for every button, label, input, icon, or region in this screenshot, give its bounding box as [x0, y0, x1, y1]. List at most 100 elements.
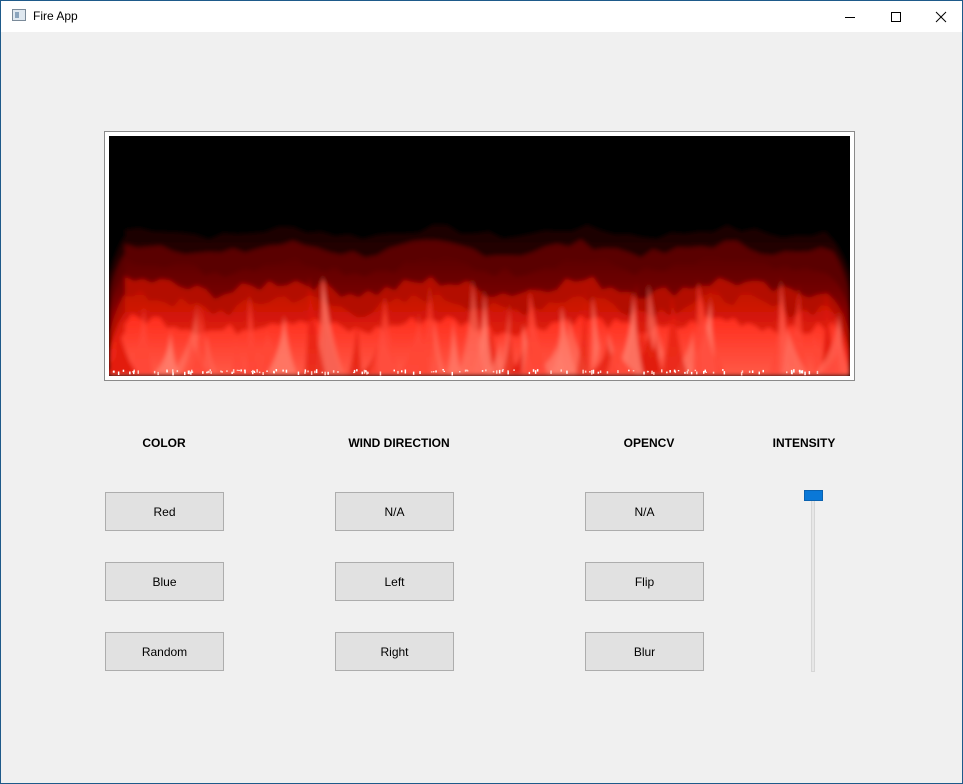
window-title: Fire App — [33, 9, 78, 23]
minimize-icon — [845, 16, 855, 18]
flame-spark — [256, 369, 258, 373]
flame-spark — [466, 370, 469, 372]
flame-spark — [507, 370, 509, 375]
flame-spark — [310, 371, 313, 375]
flame-spark — [703, 370, 705, 374]
flame-spark — [690, 371, 693, 375]
flame-spark — [221, 371, 223, 373]
flame-spark — [365, 370, 367, 373]
flame-spark — [133, 371, 135, 374]
flame-spark — [485, 369, 487, 372]
intensity-slider-handle[interactable] — [804, 490, 823, 501]
flame-spark — [762, 369, 764, 373]
flame-spark — [669, 370, 671, 373]
flame-spark — [481, 370, 484, 372]
flame-spark — [361, 371, 363, 375]
flame-spark — [137, 370, 139, 374]
title-bar[interactable]: Fire App — [1, 0, 962, 32]
flame-spark — [157, 371, 159, 376]
flame-spark — [443, 370, 445, 372]
intensity-slider-track[interactable] — [811, 496, 815, 672]
flame-spark — [190, 371, 192, 375]
flame-spark — [617, 370, 619, 374]
flame-spark — [356, 369, 358, 372]
flame-spark — [282, 369, 284, 372]
flame-spark — [584, 370, 587, 373]
flame-spark — [166, 369, 168, 371]
flame-spark — [231, 371, 233, 374]
flame-spark — [337, 371, 339, 373]
flame-spark — [684, 371, 686, 374]
minimize-button[interactable] — [827, 1, 873, 32]
flame-spark — [661, 369, 663, 373]
flame-spark — [262, 372, 264, 375]
flame-spark — [191, 371, 194, 373]
flame-spark — [324, 371, 326, 376]
flame-spark — [315, 369, 318, 374]
close-icon — [935, 11, 947, 22]
flame-spark — [297, 371, 300, 375]
flame-spark — [332, 370, 335, 373]
flame-spark — [694, 369, 697, 372]
flame-spark — [240, 369, 242, 372]
flame-spark — [353, 371, 355, 374]
flame-spark — [502, 369, 504, 371]
flame-spark — [401, 370, 403, 373]
flame-spark — [226, 370, 228, 372]
flame-spark — [591, 370, 593, 375]
intensity-header: INTENSITY — [772, 436, 836, 450]
wind-none-button[interactable]: N/A — [335, 492, 454, 531]
wind-right-button[interactable]: Right — [335, 632, 454, 671]
flame-spark — [122, 369, 125, 372]
close-button[interactable] — [918, 1, 963, 32]
flame-spark — [651, 370, 653, 374]
flame-spark — [791, 371, 793, 375]
flame-spark — [758, 371, 760, 375]
flame-spark — [236, 369, 239, 371]
flame-spark — [393, 369, 395, 372]
flame-spark — [327, 371, 329, 375]
flame-spark — [451, 371, 453, 376]
flame-spark — [210, 371, 212, 374]
flame-spark — [153, 370, 156, 374]
maximize-button[interactable] — [873, 1, 919, 32]
color-blue-button[interactable]: Blue — [105, 562, 224, 601]
flame-spark — [184, 371, 186, 376]
flame-spark — [397, 370, 399, 374]
flame-spark — [492, 370, 495, 373]
flame-spark — [207, 370, 209, 373]
flame-spark — [379, 371, 382, 376]
flame-spark — [723, 371, 726, 375]
flame-spark — [816, 370, 819, 374]
flame-spark — [786, 371, 788, 374]
flame-spark — [532, 369, 535, 372]
flame-spark — [202, 371, 204, 374]
flame-spark — [442, 369, 444, 371]
flame-spark — [673, 369, 676, 373]
opencv-flip-button[interactable]: Flip — [585, 562, 704, 601]
flame-spark — [117, 371, 120, 375]
flame-spark — [628, 369, 630, 372]
flame-spark — [599, 370, 602, 373]
flame-spark — [793, 369, 795, 373]
flame-spark — [528, 371, 531, 375]
flame-spark — [566, 370, 568, 374]
flame-spark — [748, 370, 751, 373]
flame-spark — [459, 371, 461, 373]
fire-canvas — [109, 136, 850, 376]
flame-spark — [266, 370, 268, 372]
flame-spark — [206, 371, 208, 374]
flame-spark — [560, 369, 562, 372]
color-random-button[interactable]: Random — [105, 632, 224, 671]
flame-spark — [722, 369, 724, 371]
flame-spark — [253, 371, 256, 373]
wind-left-button[interactable]: Left — [335, 562, 454, 601]
opencv-blur-button[interactable]: Blur — [585, 632, 704, 671]
flame-spark — [597, 371, 600, 374]
flame-spark — [304, 371, 306, 374]
color-red-button[interactable]: Red — [105, 492, 224, 531]
flame-spark — [606, 371, 609, 374]
opencv-none-button[interactable]: N/A — [585, 492, 704, 531]
flame-spark — [653, 371, 655, 375]
flame-spark — [209, 369, 211, 371]
